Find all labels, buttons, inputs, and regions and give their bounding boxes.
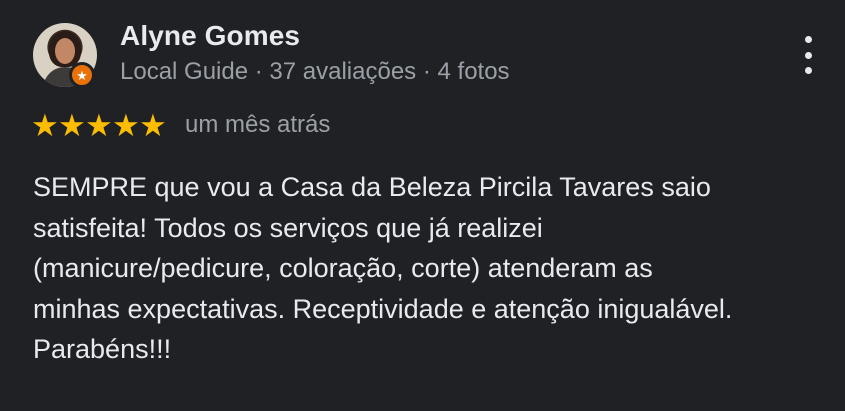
review-card: ★ Alyne Gomes Local Guide · 37 avaliaçõe… (0, 0, 845, 411)
author-meta: Local Guide · 37 avaliações · 4 fotos (120, 58, 510, 85)
author-name[interactable]: Alyne Gomes (120, 20, 300, 52)
star-rating: ★ ★ ★ ★ ★ (31, 107, 167, 143)
review-text: SEMPRE que vou a Casa da Beleza Pircila … (33, 172, 733, 364)
avatar-face (55, 38, 75, 64)
more-options-button[interactable] (795, 36, 821, 74)
star-icon: ★ (139, 107, 167, 143)
review-time: um mês atrás (185, 111, 331, 138)
star-icon: ★ (58, 107, 86, 143)
star-icon: ★ (112, 107, 140, 143)
more-vertical-icon (804, 67, 812, 74)
more-vertical-icon (804, 51, 812, 59)
star-icon: ★ (31, 107, 59, 143)
more-vertical-icon (804, 36, 812, 43)
star-icon: ★ (85, 107, 113, 143)
local-guide-star-icon: ★ (69, 62, 95, 88)
